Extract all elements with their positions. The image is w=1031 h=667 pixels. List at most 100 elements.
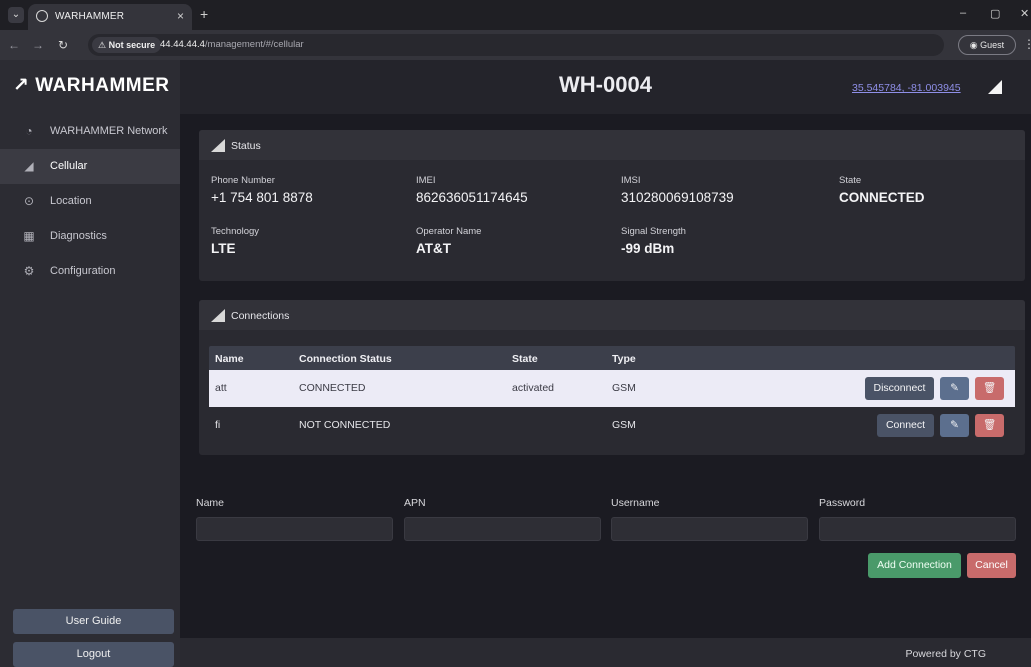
warning-icon: ⚠	[98, 40, 107, 50]
signal-strength-field: Signal Strength -99 dBm	[621, 226, 686, 256]
back-icon[interactable]: ←	[8, 38, 20, 52]
brand-logo[interactable]: ↗ WARHAMMER	[13, 74, 170, 97]
password-label: Password	[819, 497, 866, 509]
field-label: Phone Number	[211, 175, 275, 186]
connections-title: Connections	[231, 310, 290, 322]
sidebar-item-label: Location	[50, 195, 92, 207]
field-label: State	[839, 175, 862, 186]
brand-arrow-icon: ↗	[13, 75, 30, 96]
imei-field: IMEI 862636051174645	[416, 175, 528, 205]
close-window-icon[interactable]: ✕	[1020, 7, 1029, 20]
maximize-icon[interactable]: ▢	[990, 7, 1000, 20]
globe-icon	[36, 10, 48, 22]
technology-field: Technology LTE	[211, 226, 259, 256]
connection-state: activated	[512, 382, 555, 394]
connection-name: att	[215, 382, 227, 394]
sidebar-item-location[interactable]: ⊙ Location	[0, 184, 180, 219]
phone-number-field: Phone Number +1 754 801 8878	[211, 175, 313, 205]
not-secure-label: Not secure	[108, 40, 156, 50]
connections-card-header: Connections	[199, 300, 1025, 330]
disconnect-button[interactable]: Disconnect	[865, 377, 934, 400]
signal-icon	[211, 139, 225, 152]
delete-icon[interactable]: 🗑	[975, 377, 1004, 400]
apn-input[interactable]	[404, 517, 601, 541]
sidebar-item-label: Configuration	[50, 265, 116, 277]
connection-status: NOT CONNECTED	[299, 419, 391, 431]
field-label: IMSI	[621, 175, 641, 186]
browser-tab-bar: ⌄ WARHAMMER × + – ▢ ✕	[0, 0, 1031, 30]
name-label: Name	[196, 497, 225, 509]
new-tab-button[interactable]: +	[200, 6, 208, 22]
tab-title: WARHAMMER	[55, 11, 125, 22]
url-text: 44.44.44.4/management/#/cellular	[160, 39, 304, 50]
sidebar-item-label: Cellular	[50, 160, 88, 172]
cancel-button[interactable]: Cancel	[967, 553, 1016, 578]
sidebar-item-network[interactable]: ◔ WARHAMMER Network	[0, 114, 180, 149]
sidebar-item-diagnostics[interactable]: ▦ Diagnostics	[0, 219, 180, 254]
url-omnibox[interactable]: ⚠ Not secure 44.44.44.4/management/#/cel…	[88, 34, 944, 56]
column-header: Connection Status	[299, 353, 392, 365]
connections-table: Name Connection Status State Type att CO…	[209, 346, 1015, 444]
signal-icon: ◢	[24, 159, 34, 173]
guest-profile-button[interactable]: ◉ Guest	[958, 35, 1016, 55]
connections-card: Connections Name Connection Status State…	[199, 300, 1025, 455]
connection-status: CONNECTED	[299, 382, 366, 394]
connection-type: GSM	[612, 419, 636, 431]
sidebar-item-cellular[interactable]: ◢ Cellular	[0, 149, 180, 184]
field-label: Technology	[211, 226, 260, 237]
user-guide-button[interactable]: User Guide	[13, 609, 174, 634]
column-header: Type	[612, 353, 636, 365]
operator-field: Operator Name AT&T	[416, 226, 481, 256]
sidebar-nav: ◔ WARHAMMER Network ◢ Cellular ⊙ Locatio…	[0, 114, 180, 289]
delete-icon[interactable]: 🗑	[975, 414, 1004, 437]
column-header: State	[512, 353, 538, 365]
forward-icon[interactable]: →	[32, 38, 44, 52]
minimize-icon[interactable]: –	[960, 7, 966, 19]
address-bar: ← → ↻ ⚠ Not secure 44.44.44.4/management…	[0, 30, 1031, 60]
reload-icon[interactable]: ↻	[58, 38, 68, 52]
not-secure-chip[interactable]: ⚠ Not secure	[92, 37, 162, 53]
connection-name: fi	[215, 419, 221, 431]
status-card-header: Status	[199, 130, 1025, 160]
sidebar-item-configuration[interactable]: ⚙ Configuration	[0, 254, 180, 289]
signal-strength-icon	[988, 80, 1002, 94]
edit-icon[interactable]: ✎	[940, 377, 969, 400]
operator-value: AT&T	[416, 241, 451, 256]
username-input[interactable]	[611, 517, 808, 541]
imsi-field: IMSI 310280069108739	[621, 175, 734, 205]
phone-number-value: +1 754 801 8878	[211, 190, 313, 205]
apn-label: APN	[404, 497, 426, 509]
status-title: Status	[231, 140, 261, 152]
add-connection-button[interactable]: Add Connection	[868, 553, 961, 578]
table-header: Name Connection Status State Type	[209, 346, 1015, 370]
status-card: Status Phone Number +1 754 801 8878 IMEI…	[199, 130, 1025, 281]
guest-label: Guest	[980, 40, 1005, 50]
sidebar-item-label: WARHAMMER Network	[50, 125, 168, 137]
state-field: State CONNECTED	[839, 175, 925, 205]
field-label: Signal Strength	[621, 226, 686, 237]
brand-name: WARHAMMER	[35, 75, 170, 96]
name-input[interactable]	[196, 517, 393, 541]
connect-button[interactable]: Connect	[877, 414, 934, 437]
profile-icon: ◉	[969, 40, 978, 50]
browser-tab[interactable]: WARHAMMER ×	[28, 4, 192, 30]
sidebar: ↗ WARHAMMER ◔ WARHAMMER Network ◢ Cellul…	[0, 60, 180, 667]
username-label: Username	[611, 497, 660, 509]
browser-menu-icon[interactable]: ⋮	[1023, 37, 1031, 51]
table-row[interactable]: fi NOT CONNECTED GSM Connect ✎ 🗑	[209, 407, 1015, 444]
chip-icon: ▦	[23, 229, 35, 243]
tab-search-icon[interactable]: ⌄	[8, 7, 24, 23]
column-header: Name	[215, 353, 244, 365]
table-row[interactable]: att CONNECTED activated GSM Disconnect ✎…	[209, 370, 1015, 407]
logout-button[interactable]: Logout	[13, 642, 174, 667]
signal-strength-value: -99 dBm	[621, 241, 675, 256]
tab-close-button[interactable]: ×	[177, 9, 184, 23]
field-label: IMEI	[416, 175, 436, 186]
powered-by-text: Powered by CTG	[905, 648, 986, 660]
coordinates-link[interactable]: 35.545784, -81.003945	[852, 82, 961, 94]
connection-type: GSM	[612, 382, 636, 394]
password-input[interactable]	[819, 517, 1016, 541]
location-pin-icon: ⊙	[23, 194, 35, 208]
imsi-value: 310280069108739	[621, 190, 734, 205]
edit-icon[interactable]: ✎	[940, 414, 969, 437]
